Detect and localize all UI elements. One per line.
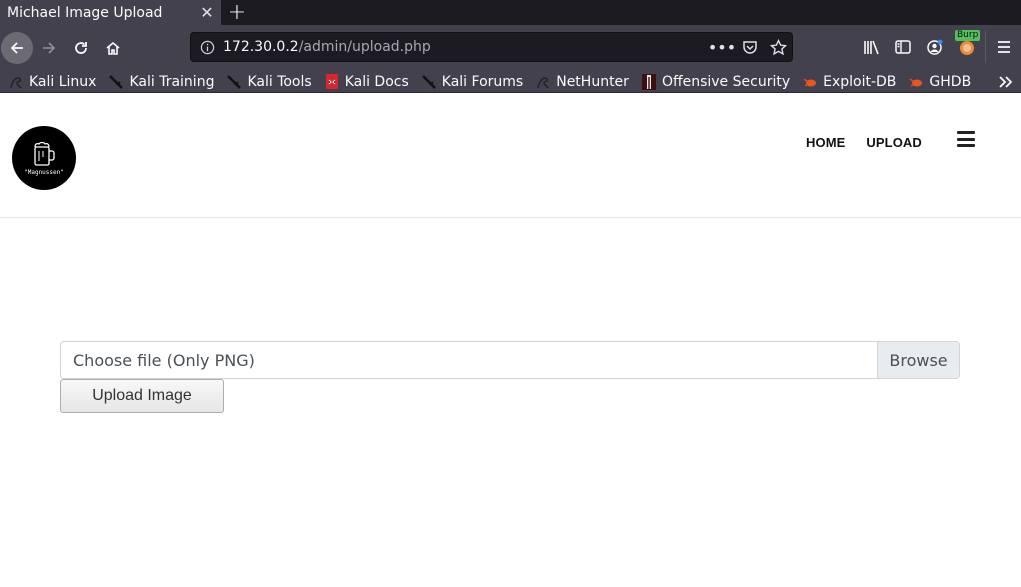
bookmark-kali-forums[interactable]: Kali Forums (421, 74, 523, 90)
bug-icon (908, 74, 924, 90)
info-icon[interactable] (191, 40, 223, 55)
chevron-double-right-icon[interactable] (999, 71, 1013, 93)
bookmark-label: Kali Training (129, 73, 215, 90)
nav-toolbar: 172.30.0.2/admin/upload.php ••• Burp (0, 25, 1021, 71)
back-arrow-icon[interactable] (1, 32, 33, 64)
offsec-icon (641, 73, 657, 90)
tab-active[interactable]: Michael Image Upload ✕ (0, 0, 221, 25)
bookmark-kali-tools[interactable]: Kali Tools (226, 73, 312, 90)
bookmark-label: NetHunter (556, 73, 629, 90)
beer-mug-icon (34, 141, 55, 166)
tab-title: Michael Image Upload (7, 4, 163, 21)
bookmark-nethunter[interactable]: NetHunter (535, 74, 629, 90)
bookmark-label: Kali Forums (441, 73, 524, 90)
file-input[interactable]: Choose file (Only PNG) Browse (60, 341, 960, 379)
hamburger-menu-icon[interactable] (957, 131, 975, 147)
pocket-icon[interactable] (736, 39, 764, 55)
upload-form: Choose file (Only PNG) Browse Upload Ima… (60, 341, 960, 413)
forward-arrow-icon[interactable] (33, 32, 65, 64)
url-text[interactable]: 172.30.0.2/admin/upload.php (223, 39, 708, 55)
kali-dragon-icon (8, 74, 24, 90)
sidebar-icon[interactable] (887, 32, 919, 62)
bookmark-kali-training[interactable]: Kali Training (108, 74, 214, 90)
site-nav: HOME UPLOAD (806, 135, 943, 150)
upload-image-button[interactable]: Upload Image (60, 379, 224, 413)
home-icon[interactable] (97, 32, 129, 64)
tab-bar: Michael Image Upload ✕ + (0, 0, 1021, 25)
bookmark-kali-linux[interactable]: Kali Linux (8, 74, 96, 90)
more-dots-icon[interactable]: ••• (708, 38, 736, 57)
bookmark-label: Kali Tools (247, 73, 312, 90)
url-path: /admin/upload.php (298, 39, 431, 55)
menu-icon[interactable] (988, 32, 1020, 62)
burp-badge: Burp (955, 30, 981, 41)
bug-icon (802, 74, 818, 90)
bookmark-label: GHDB (929, 73, 972, 90)
bookmark-offensive-security[interactable]: Offensive Security (641, 73, 791, 90)
kali-sword-icon (226, 74, 242, 90)
toolbar-separator (985, 31, 986, 63)
bookmark-ghdb[interactable]: GHDB (908, 74, 971, 90)
browse-button[interactable]: Browse (877, 342, 959, 378)
file-input-label[interactable]: Choose file (Only PNG) (61, 342, 877, 378)
site-logo[interactable]: "Magnussen" (12, 126, 76, 190)
burp-extension-icon[interactable]: Burp (951, 30, 983, 62)
close-icon[interactable]: ✕ (193, 3, 221, 22)
nav-home[interactable]: HOME (806, 135, 845, 150)
bookmark-label: Kali Docs (344, 73, 409, 90)
bookmark-kali-docs[interactable]: Kali Docs (324, 74, 409, 90)
bookmark-label: Offensive Security (661, 73, 791, 90)
toolbar-right: Burp (855, 30, 1020, 63)
kali-sword-icon (108, 74, 124, 90)
bookmark-label: Kali Linux (29, 73, 97, 90)
url-host: 172.30.0.2 (223, 39, 299, 55)
star-icon[interactable] (764, 38, 792, 56)
url-bar[interactable]: 172.30.0.2/admin/upload.php ••• (190, 32, 793, 62)
nav-upload[interactable]: UPLOAD (866, 135, 922, 150)
site-header: "Magnussen" HOME UPLOAD (0, 93, 1021, 218)
bookmark-exploit-db[interactable]: Exploit-DB (802, 74, 896, 90)
plus-icon[interactable]: + (221, 0, 253, 25)
logo-caption: "Magnussen" (24, 169, 64, 176)
library-icon[interactable] (855, 32, 887, 62)
bookmark-label: Exploit-DB (823, 73, 897, 90)
kali-dragon-icon (535, 74, 551, 90)
kali-sword-icon (421, 74, 437, 90)
bookmarks-bar: Kali Linux Kali Training Kali Tools Kali… (0, 71, 1021, 93)
account-icon[interactable] (919, 32, 951, 62)
docs-book-icon (324, 74, 340, 90)
reload-icon[interactable] (65, 32, 97, 64)
